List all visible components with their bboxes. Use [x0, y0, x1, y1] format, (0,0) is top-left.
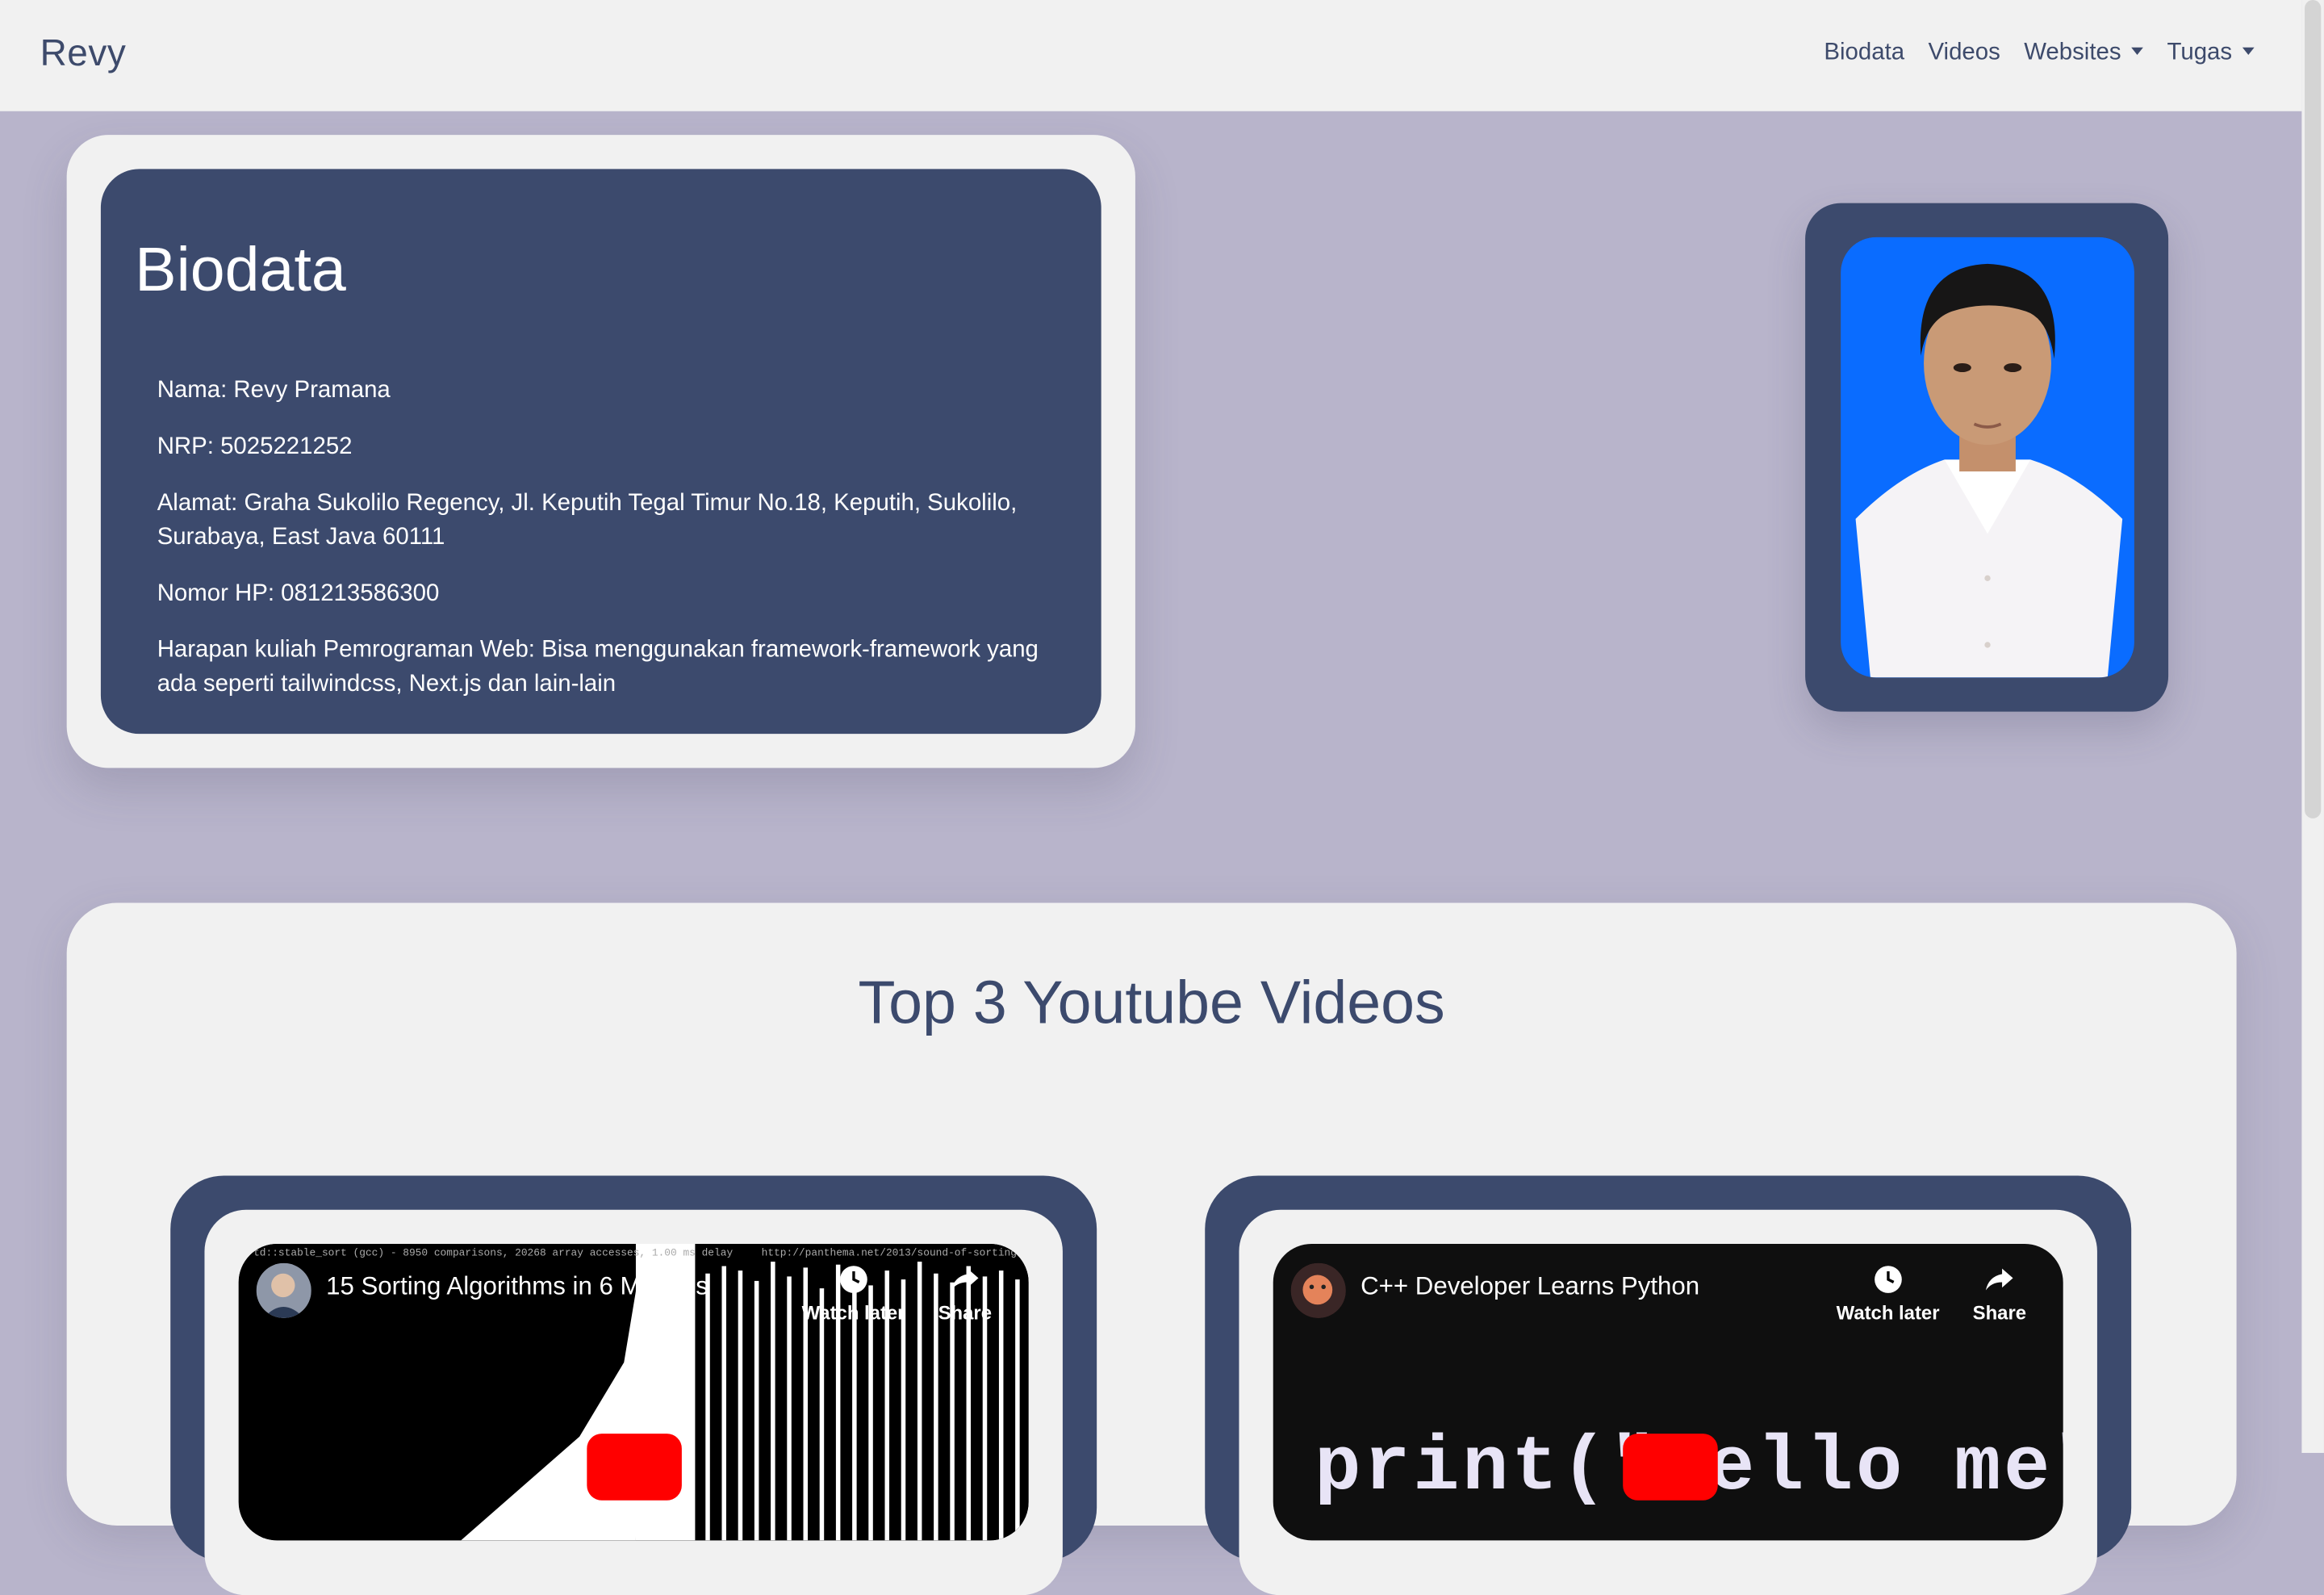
video-embed-sorting[interactable]: td::stable_sort (gcc) - 8950 comparisons…	[238, 1243, 1029, 1541]
person-portrait-icon	[1841, 237, 2134, 678]
video-card-inner: td::stable_sort (gcc) - 8950 comparisons…	[204, 1209, 1063, 1595]
nav-link-videos[interactable]: Videos	[1928, 40, 2000, 67]
share-arrow-icon	[1985, 1268, 2013, 1291]
share-label: Share	[938, 1301, 993, 1325]
share-label: Share	[1972, 1301, 2027, 1325]
biodata-alamat: Alamat: Graha Sukolilo Regency, Jl. Kepu…	[157, 490, 1018, 551]
watch-later-button[interactable]: Watch later	[1836, 1263, 1940, 1325]
profile-photo	[1841, 237, 2134, 678]
biodata-title: Biodata	[135, 234, 346, 304]
video-overlay-stats: td::stable_sort (gcc) - 8950 comparisons…	[253, 1248, 734, 1261]
navbar-brand[interactable]: Revy	[40, 32, 127, 75]
scrollbar-thumb[interactable]	[2305, 0, 2322, 818]
biodata-nrp: NRP: 5025221252	[157, 434, 353, 460]
video-overlay-url: http://panthema.net/2013/sound-of-sortin…	[761, 1248, 1017, 1261]
clock-icon	[1874, 1266, 1902, 1293]
share-arrow-icon	[951, 1268, 979, 1291]
watch-later-label: Watch later	[801, 1301, 905, 1325]
video-card-inner: C++ Developer Learns Python Watch later …	[1239, 1209, 2097, 1595]
profile-photo-card	[1805, 203, 2169, 712]
clock-icon	[839, 1266, 867, 1293]
videos-section: Top 3 Youtube Videos td::stable_sort (gc…	[66, 902, 2237, 1595]
video-card: td::stable_sort (gcc) - 8950 comparisons…	[170, 1175, 1097, 1595]
page-scrollbar[interactable]	[2301, 0, 2324, 1453]
video-title[interactable]: C++ Developer Learns Python	[1361, 1272, 1699, 1302]
biodata-list: Nama: Revy Pramana NRP: 5025221252 Alama…	[157, 374, 1076, 723]
biodata-nomor-hp: Nomor HP: 081213586300	[157, 580, 440, 607]
biodata-harapan: Harapan kuliah Pemrograman Web: Bisa men…	[157, 637, 1039, 697]
nav-dropdown-tugas[interactable]: Tugas	[2167, 40, 2254, 67]
nav-link-biodata[interactable]: Biodata	[1824, 40, 1904, 67]
share-button[interactable]: Share	[938, 1263, 992, 1324]
videos-title: Top 3 Youtube Videos	[858, 968, 1445, 1036]
nav-dropdown-tugas-label: Tugas	[2167, 40, 2233, 65]
channel-avatar[interactable]	[1290, 1262, 1346, 1318]
biodata-nama: Nama: Revy Pramana	[157, 378, 391, 404]
navbar: Revy Biodata Videos Websites Tugas	[0, 0, 2302, 111]
nav-links: Biodata Videos Websites Tugas	[1824, 40, 2254, 67]
youtube-play-icon[interactable]	[1623, 1434, 1718, 1501]
watch-later-button[interactable]: Watch later	[802, 1263, 905, 1324]
biodata-panel: Biodata Nama: Revy Pramana NRP: 50252212…	[100, 169, 1101, 735]
video-title[interactable]: 15 Sorting Algorithms in 6 Minutes	[326, 1272, 708, 1302]
channel-avatar-icon	[256, 1262, 311, 1318]
watch-later-label: Watch later	[1836, 1301, 1940, 1325]
nav-dropdown-websites[interactable]: Websites	[2024, 40, 2143, 67]
share-button[interactable]: Share	[1973, 1263, 2026, 1324]
channel-avatar[interactable]	[256, 1262, 311, 1318]
channel-avatar-icon	[1290, 1262, 1346, 1318]
video-card: C++ Developer Learns Python Watch later …	[1205, 1175, 2132, 1595]
biodata-card: Biodata Nama: Revy Pramana NRP: 50252212…	[66, 135, 1135, 768]
video-embed-cpp-python[interactable]: C++ Developer Learns Python Watch later …	[1273, 1243, 2063, 1541]
nav-dropdown-websites-label: Websites	[2024, 40, 2121, 65]
